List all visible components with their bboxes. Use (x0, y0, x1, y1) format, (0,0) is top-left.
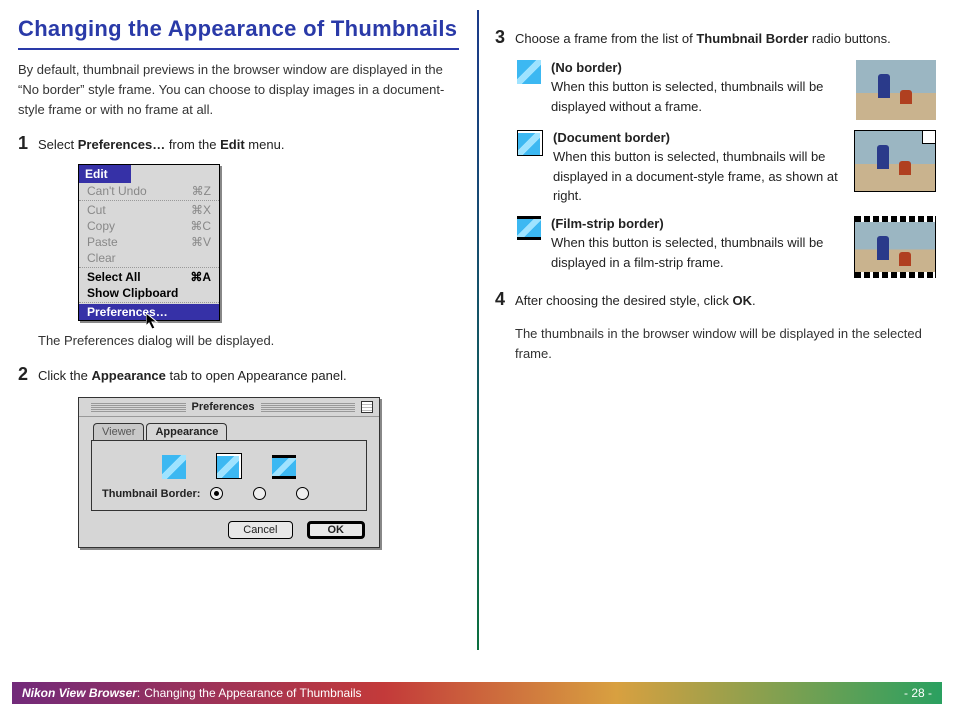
ok-bold: OK (733, 293, 753, 308)
edit-menu-title: Edit (79, 165, 131, 183)
step-1: 1 Select Preferences… from the Edit menu… (18, 130, 459, 158)
style-none-name: (No border) (551, 58, 840, 78)
preferences-dialog-screenshot: Preferences Viewer Appearance Thumbnail … (78, 397, 380, 548)
step-3-number: 3 (495, 24, 515, 52)
style-none-desc: When this button is selected, thumbnails… (551, 77, 840, 116)
radio-document-border (253, 487, 266, 500)
radio-filmstrip-border (296, 487, 309, 500)
style-document-border: (Document border) When this button is se… (517, 128, 936, 206)
step-4-result: The thumbnails in the browser window wil… (515, 324, 936, 364)
style-doc-desc: When this button is selected, thumbnails… (553, 147, 838, 206)
menu-show-clipboard: Show Clipboard (79, 285, 219, 301)
column-divider (477, 10, 479, 650)
menu-cut: Cut⌘X (79, 202, 219, 218)
cancel-button: Cancel (228, 521, 292, 539)
thumb-preview-doc-icon (216, 453, 242, 479)
thumb-preview-film-icon (272, 455, 296, 479)
tab-appearance: Appearance (146, 423, 227, 440)
footer-title: Changing the Appearance of Thumbnails (144, 686, 361, 700)
sample-doc-image (854, 130, 936, 192)
sample-film-image (854, 216, 936, 278)
appearance-bold: Appearance (91, 368, 165, 383)
footer-sep: : (137, 686, 140, 700)
step-2: 2 Click the Appearance tab to open Appea… (18, 361, 459, 389)
style-film-desc: When this button is selected, thumbnails… (551, 233, 838, 272)
menu-undo: Can't Undo⌘Z (79, 183, 219, 199)
footer-product: Nikon View Browser (22, 686, 137, 700)
style-no-border: (No border) When this button is selected… (517, 58, 936, 120)
step-3-text: Choose a frame from the list of Thumbnai… (515, 29, 936, 49)
right-column: 3 Choose a frame from the list of Thumbn… (477, 16, 936, 674)
ok-button: OK (307, 521, 366, 539)
step-1-result: The Preferences dialog will be displayed… (38, 331, 459, 351)
tab-viewer: Viewer (93, 423, 144, 440)
style-filmstrip-border: (Film-strip border) When this button is … (517, 214, 936, 278)
step-2-number: 2 (18, 361, 38, 389)
menu-select-all: Select All⌘A (79, 269, 219, 285)
thumbnail-border-label: Thumbnail Border: (102, 488, 200, 500)
step-4-text: After choosing the desired style, click … (515, 291, 936, 311)
step-3: 3 Choose a frame from the list of Thumbn… (495, 24, 936, 52)
step-4: 4 After choosing the desired style, clic… (495, 286, 936, 314)
edit-menu-screenshot: Edit Can't Undo⌘Z Cut⌘X Copy⌘C Paste⌘V C… (78, 164, 220, 321)
preferences-bold: Preferences… (78, 137, 165, 152)
sample-none-image (856, 60, 936, 120)
step-1-text: Select Preferences… from the Edit menu. (38, 135, 459, 155)
intro-text: By default, thumbnail previews in the br… (18, 60, 459, 120)
step-2-text: Click the Appearance tab to open Appeara… (38, 366, 459, 386)
thumbnail-border-bold: Thumbnail Border (696, 31, 808, 46)
edit-bold: Edit (220, 137, 245, 152)
style-doc-name: (Document border) (553, 128, 838, 148)
window-collapse-icon (361, 401, 373, 413)
menu-paste: Paste⌘V (79, 234, 219, 250)
step-4-number: 4 (495, 286, 515, 314)
footer-page-number: - 28 - (904, 686, 932, 700)
style-film-icon (517, 216, 541, 240)
radio-no-border (210, 487, 223, 500)
prefs-title: Preferences (192, 401, 255, 413)
section-title: Changing the Appearance of Thumbnails (18, 16, 459, 50)
style-film-name: (Film-strip border) (551, 214, 838, 234)
thumb-preview-none-icon (162, 455, 186, 479)
style-doc-icon (517, 130, 543, 156)
style-none-icon (517, 60, 541, 84)
step-1-number: 1 (18, 130, 38, 158)
left-column: Changing the Appearance of Thumbnails By… (18, 16, 477, 674)
prefs-titlebar: Preferences (79, 398, 379, 417)
page-footer: Nikon View Browser : Changing the Appear… (12, 682, 942, 704)
prefs-panel: Thumbnail Border: (91, 440, 367, 511)
menu-clear: Clear (79, 250, 219, 266)
menu-copy: Copy⌘C (79, 218, 219, 234)
page-body: Changing the Appearance of Thumbnails By… (0, 0, 954, 674)
